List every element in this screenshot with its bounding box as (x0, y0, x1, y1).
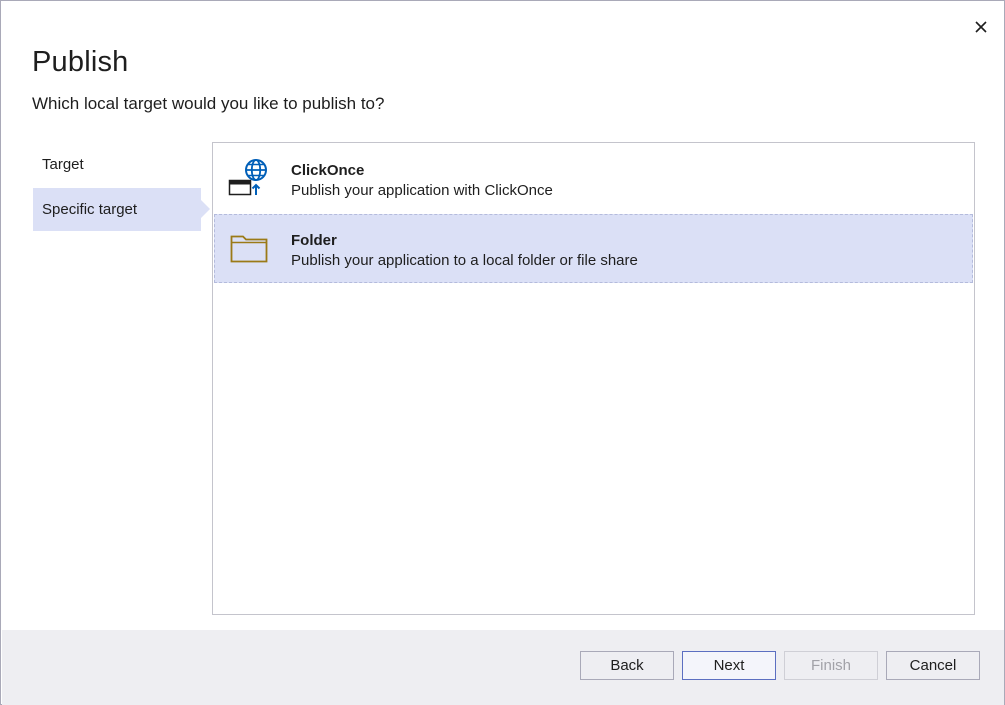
option-clickonce[interactable]: ClickOnce Publish your application with … (214, 144, 973, 213)
option-folder[interactable]: Folder Publish your application to a loc… (214, 214, 973, 283)
back-button[interactable]: Back (580, 651, 674, 680)
close-button[interactable] (969, 15, 993, 39)
folder-icon (230, 235, 268, 263)
step-target[interactable]: Target (33, 143, 201, 186)
close-icon (975, 21, 987, 33)
option-name: Folder (291, 232, 337, 249)
clickonce-icon (228, 159, 267, 196)
page-title: Publish (32, 46, 129, 78)
finish-button[interactable]: Finish (784, 651, 878, 680)
option-name: ClickOnce (291, 162, 365, 179)
publish-dialog: Publish Which local target would you lik… (0, 0, 1005, 705)
target-list: ClickOnce Publish your application with … (212, 142, 975, 615)
option-description: Publish your application with ClickOnce (291, 182, 553, 199)
page-subtitle: Which local target would you like to pub… (32, 94, 385, 113)
option-description: Publish your application to a local fold… (291, 252, 638, 269)
step-specific-target[interactable]: Specific target (33, 188, 210, 231)
cancel-button[interactable]: Cancel (886, 651, 980, 680)
step-sidebar: Target Specific target (33, 143, 211, 233)
next-button[interactable]: Next (682, 651, 776, 680)
dialog-footer: Back Next Finish Cancel (2, 630, 1004, 705)
